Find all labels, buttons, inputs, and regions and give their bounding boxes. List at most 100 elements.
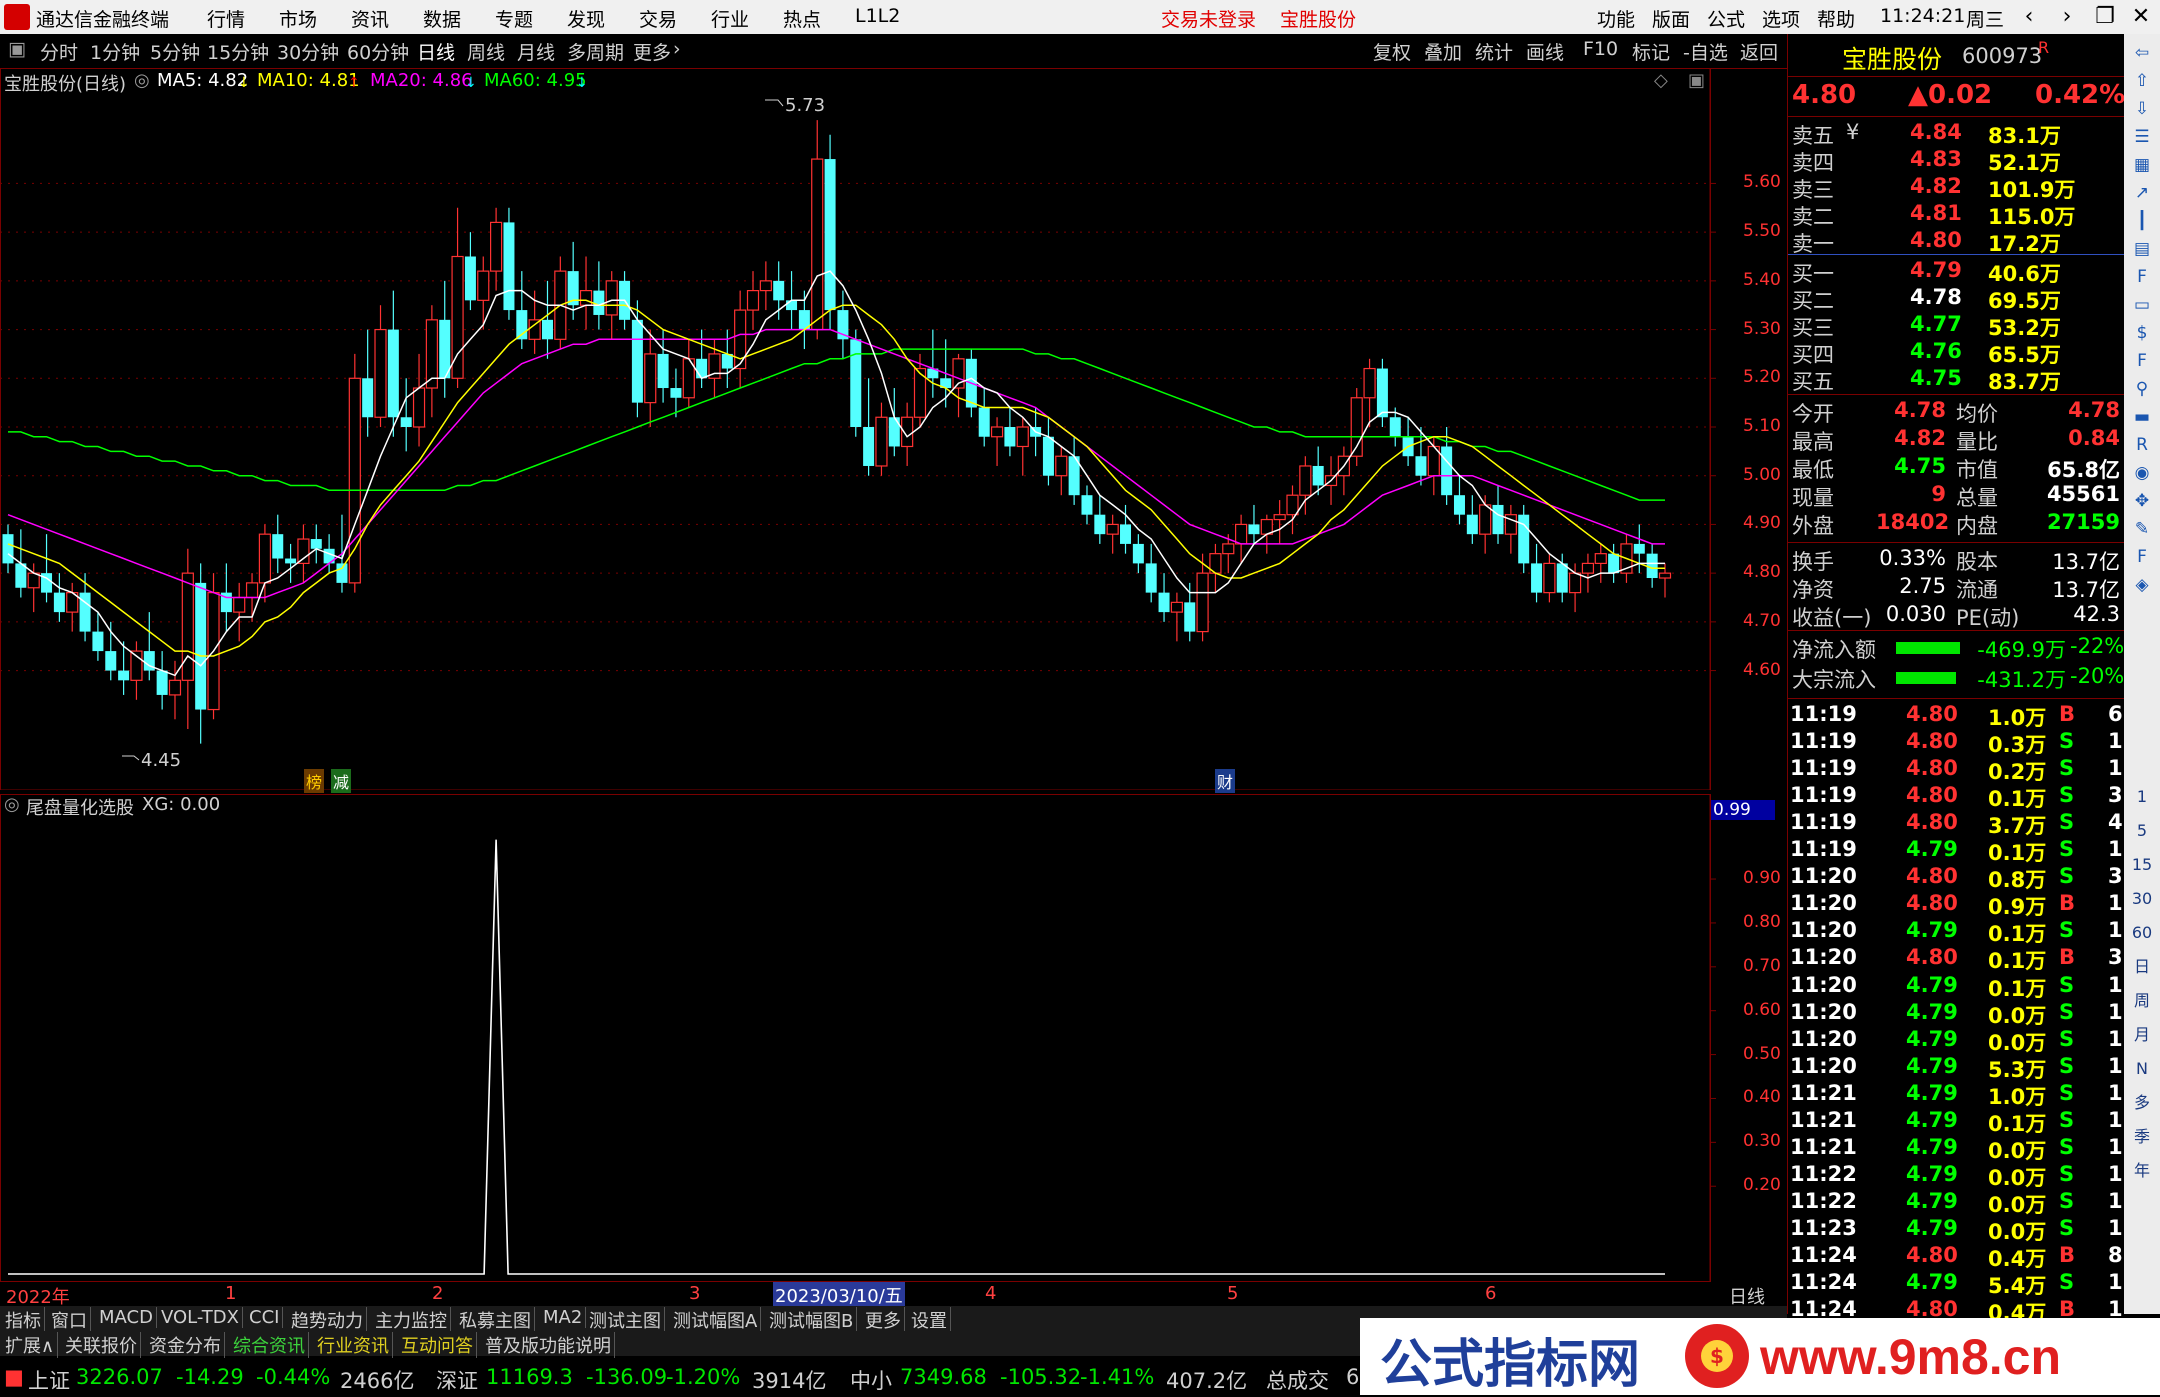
badge-cai[interactable]: 财 bbox=[1215, 769, 1236, 793]
candle[interactable] bbox=[285, 543, 297, 583]
candle[interactable] bbox=[1363, 358, 1376, 427]
login-status[interactable]: 交易未登录 bbox=[1161, 5, 1256, 32]
period-5min[interactable]: 5分钟 bbox=[150, 38, 200, 65]
candle[interactable] bbox=[1633, 524, 1645, 574]
document-icon[interactable]: ▭ bbox=[2129, 292, 2155, 318]
period-weekly[interactable]: 周线 bbox=[467, 38, 505, 65]
menu-jiaoyi[interactable]: 交易 bbox=[639, 5, 677, 32]
period-1min[interactable]: 1分钟 bbox=[90, 38, 140, 65]
tab-cci[interactable]: CCI bbox=[246, 1307, 284, 1328]
candle[interactable] bbox=[554, 256, 567, 350]
tab-ma2[interactable]: MA2 bbox=[540, 1307, 587, 1328]
tab-simuzhutu[interactable]: 私募主图 bbox=[456, 1307, 535, 1333]
sidebar-period-3[interactable]: 30 bbox=[2129, 886, 2155, 912]
panel-toggle-icon[interactable]: ▣ bbox=[8, 38, 26, 60]
candle[interactable] bbox=[1286, 485, 1299, 535]
candle[interactable] bbox=[875, 402, 888, 476]
candle[interactable] bbox=[1518, 504, 1530, 574]
candle[interactable] bbox=[1209, 543, 1222, 593]
f10-icon[interactable]: F bbox=[2129, 264, 2155, 290]
indicator-chart[interactable] bbox=[0, 794, 1786, 1282]
tab-kuozhan[interactable]: 扩展∧ bbox=[2, 1332, 59, 1358]
period-daily[interactable]: 日线 bbox=[417, 38, 455, 65]
candle[interactable] bbox=[593, 261, 605, 330]
candle[interactable] bbox=[258, 524, 271, 603]
tab-ceshifutu-a[interactable]: 测试幅图A bbox=[670, 1307, 762, 1333]
chevron-right-icon[interactable]: › bbox=[2047, 2, 2087, 32]
candle[interactable] bbox=[1608, 543, 1620, 583]
candle[interactable] bbox=[1646, 543, 1658, 588]
menu-l1l2[interactable]: L1L2 bbox=[855, 5, 900, 27]
menu-gongneng[interactable]: 功能 bbox=[1597, 5, 1635, 32]
candle[interactable] bbox=[759, 261, 772, 311]
candle[interactable] bbox=[1248, 504, 1260, 544]
candle[interactable] bbox=[1170, 592, 1183, 642]
period-more[interactable]: 更多 bbox=[633, 38, 671, 65]
menu-zixun[interactable]: 资讯 bbox=[351, 5, 389, 32]
btn-zixuan[interactable]: -自选 bbox=[1683, 38, 1728, 65]
candle[interactable] bbox=[53, 573, 65, 622]
btn-diejia[interactable]: 叠加 bbox=[1424, 38, 1462, 65]
sidebar-period-4[interactable]: 60 bbox=[2129, 920, 2155, 946]
sidebar-period-10[interactable]: 季 bbox=[2129, 1124, 2155, 1150]
chevron-left-icon[interactable]: ‹ bbox=[2009, 2, 2049, 32]
tab-zonghezixun[interactable]: 综合资讯 bbox=[230, 1332, 309, 1358]
candle[interactable] bbox=[387, 290, 399, 437]
candle[interactable] bbox=[927, 329, 939, 398]
btn-huaxian[interactable]: 画线 bbox=[1526, 38, 1564, 65]
candle[interactable] bbox=[644, 329, 657, 427]
sidebar-period-9[interactable]: 多 bbox=[2129, 1090, 2155, 1116]
candle[interactable] bbox=[2, 524, 14, 574]
period-30min[interactable]: 30分钟 bbox=[277, 38, 339, 65]
candle[interactable] bbox=[579, 256, 593, 330]
candle[interactable] bbox=[734, 290, 747, 389]
candle[interactable] bbox=[66, 582, 79, 632]
candle[interactable] bbox=[490, 207, 503, 291]
candle[interactable] bbox=[310, 524, 322, 564]
sidebar-period-11[interactable]: 年 bbox=[2129, 1158, 2155, 1184]
collapse-icon[interactable]: ◎ bbox=[134, 70, 150, 91]
candle[interactable] bbox=[181, 548, 194, 730]
candle[interactable] bbox=[130, 641, 143, 700]
badge-jian[interactable]: 减 bbox=[331, 769, 352, 793]
grid-icon[interactable]: ▦ bbox=[2129, 152, 2155, 178]
menu-zhuanti[interactable]: 专题 bbox=[495, 5, 533, 32]
menu-redian[interactable]: 热点 bbox=[783, 5, 821, 32]
candle[interactable] bbox=[746, 271, 760, 330]
candle[interactable] bbox=[464, 232, 476, 311]
ruler-icon[interactable]: ▬ bbox=[2129, 404, 2155, 430]
period-monthly[interactable]: 月线 bbox=[517, 38, 555, 65]
candlestick-chart[interactable] bbox=[0, 68, 1786, 790]
candle[interactable] bbox=[1145, 543, 1157, 603]
btn-fanhui[interactable]: 返回 bbox=[1740, 38, 1778, 65]
finance-icon[interactable]: $ bbox=[2129, 320, 2155, 346]
candle[interactable] bbox=[1273, 500, 1286, 544]
tab-chuangkou[interactable]: 窗口 bbox=[48, 1307, 91, 1333]
candle[interactable] bbox=[374, 305, 387, 427]
period-15min[interactable]: 15分钟 bbox=[207, 38, 269, 65]
candle[interactable] bbox=[1004, 407, 1016, 457]
candle[interactable] bbox=[773, 261, 785, 320]
tab-zhibiao[interactable]: 指标 bbox=[2, 1307, 45, 1333]
period-fenshi[interactable]: 分时 bbox=[40, 38, 78, 65]
menu-gongshi[interactable]: 公式 bbox=[1707, 5, 1745, 32]
target-icon[interactable]: ◉ bbox=[2129, 460, 2155, 486]
candle[interactable] bbox=[850, 329, 862, 437]
candle[interactable] bbox=[657, 329, 669, 403]
candle[interactable] bbox=[400, 378, 412, 452]
candle[interactable] bbox=[195, 563, 207, 744]
candle[interactable] bbox=[1543, 553, 1556, 603]
close-icon[interactable]: ✕ bbox=[2121, 2, 2160, 32]
tab-ceshifutu-b[interactable]: 测试幅图B bbox=[766, 1307, 858, 1333]
tab-qushidongli[interactable]: 趋势动力 bbox=[288, 1307, 367, 1333]
candle[interactable] bbox=[1235, 514, 1248, 564]
candle[interactable] bbox=[297, 524, 310, 583]
tab-ceshizhutu[interactable]: 测试主图 bbox=[586, 1307, 665, 1333]
candle[interactable] bbox=[477, 256, 490, 330]
candle[interactable] bbox=[1106, 514, 1119, 554]
candle[interactable] bbox=[1094, 495, 1106, 544]
candle[interactable] bbox=[41, 534, 53, 603]
candle[interactable] bbox=[1132, 534, 1144, 574]
f2-icon[interactable]: F bbox=[2129, 348, 2155, 374]
menu-shuju[interactable]: 数据 bbox=[423, 5, 461, 32]
